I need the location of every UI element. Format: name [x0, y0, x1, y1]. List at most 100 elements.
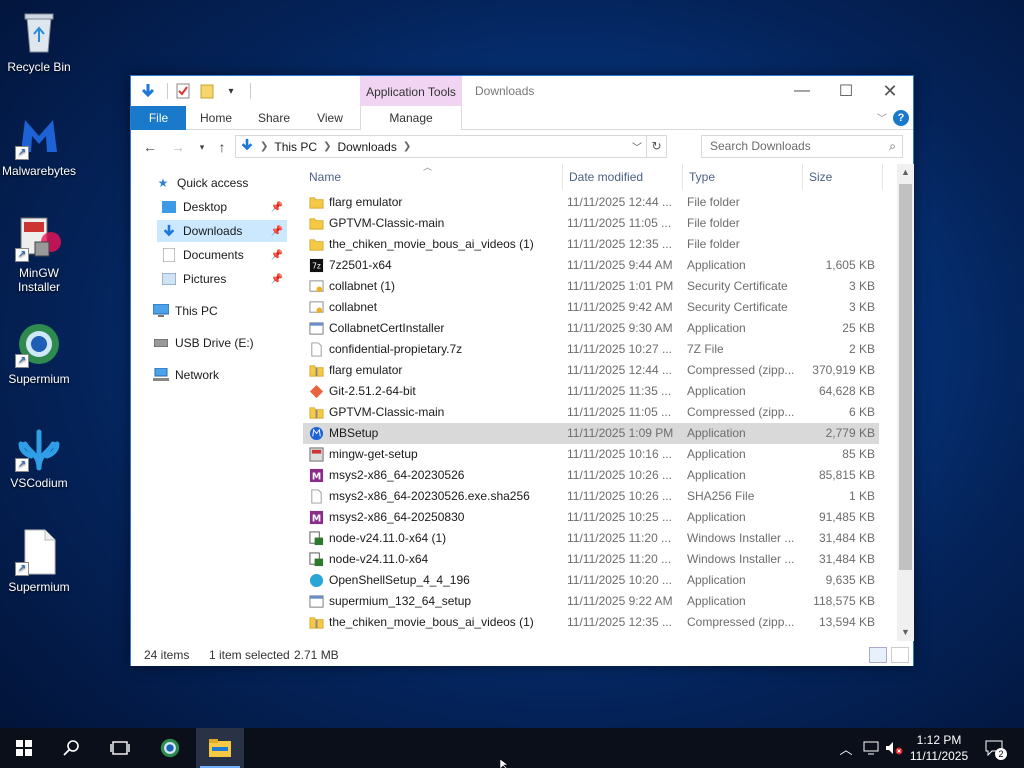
- task-view-icon: [110, 741, 130, 755]
- nav-pictures[interactable]: Pictures 📌: [157, 268, 287, 290]
- nav-documents[interactable]: Documents 📌: [157, 244, 287, 266]
- taskbar-supermium[interactable]: [146, 728, 194, 768]
- usb-drive-icon: [153, 335, 169, 351]
- msi-icon: [309, 552, 324, 567]
- column-header-type[interactable]: Type: [683, 164, 803, 190]
- taskbar-clock[interactable]: 1:12 PM 11/11/2025: [904, 732, 974, 764]
- file-row[interactable]: Mmsys2-x86_64-20250830 11/11/2025 10:25 .…: [303, 507, 879, 528]
- taskbar-file-explorer[interactable]: [196, 728, 244, 768]
- window-title: Downloads: [475, 84, 535, 98]
- pin-icon[interactable]: 📌: [271, 274, 283, 285]
- file-row[interactable]: the_chiken_movie_bous_ai_videos (1) 11/11…: [303, 612, 879, 633]
- file-name: 7z2501-x64: [329, 258, 392, 272]
- file-type: Application: [687, 468, 746, 482]
- file-row[interactable]: OpenShellSetup_4_4_196 11/11/2025 10:20 .…: [303, 570, 879, 591]
- show-hidden-icons-button[interactable]: ︿: [836, 728, 856, 768]
- nav-this-pc[interactable]: This PC: [153, 300, 218, 322]
- forward-button[interactable]: →: [169, 138, 187, 156]
- action-center-button[interactable]: 2: [980, 728, 1008, 768]
- zip-icon: [309, 363, 324, 378]
- new-folder-icon[interactable]: [198, 82, 216, 100]
- breadcrumb-downloads[interactable]: Downloads: [337, 140, 396, 154]
- customize-toolbar-icon[interactable]: ▾: [222, 82, 240, 100]
- nav-network[interactable]: Network: [153, 364, 219, 386]
- address-bar[interactable]: ❯ This PC ❯ Downloads ❯ ﹀ ↻: [235, 135, 667, 158]
- file-row[interactable]: GPTVM-Classic-main 11/11/2025 11:05 ... Co…: [303, 402, 879, 423]
- scroll-down-icon[interactable]: ▼: [897, 624, 914, 641]
- pin-icon[interactable]: 📌: [271, 250, 283, 261]
- search-input[interactable]: Search Downloads ⌕: [701, 135, 903, 158]
- desktop-icon-vscodium[interactable]: ↗ VSCodium: [0, 424, 78, 490]
- expand-ribbon-icon[interactable]: ﹀: [877, 110, 887, 125]
- file-row[interactable]: GPTVM-Classic-main 11/11/2025 11:05 ... Fi…: [303, 213, 879, 234]
- scroll-up-icon[interactable]: ▲: [897, 164, 914, 181]
- details-view-button[interactable]: [869, 647, 887, 663]
- scrollbar-thumb[interactable]: [899, 184, 912, 570]
- file-size: 25 KB: [842, 321, 875, 335]
- file-row[interactable]: CollabnetCertInstaller 11/11/2025 9:30 AM…: [303, 318, 879, 339]
- folder-icon: [309, 195, 324, 210]
- vertical-scrollbar[interactable]: ▲ ▼: [897, 164, 914, 641]
- search-icon: [63, 740, 79, 756]
- file-row[interactable]: supermium_132_64_setup 11/11/2025 9:22 AM…: [303, 591, 879, 612]
- desktop-icon-supermium-file[interactable]: ↗ Supermium: [0, 528, 78, 594]
- pin-icon[interactable]: 📌: [271, 202, 283, 213]
- help-button[interactable]: ?: [893, 110, 909, 126]
- download-arrow-icon: [139, 82, 157, 100]
- nav-downloads[interactable]: Downloads 📌: [157, 220, 287, 242]
- file-row[interactable]: mingw-get-setup 11/11/2025 10:16 ... Appli…: [303, 444, 879, 465]
- breadcrumb-this-pc[interactable]: This PC: [274, 140, 317, 154]
- start-button[interactable]: [0, 728, 48, 768]
- file-date-modified: 11/11/2025 10:26 ...: [567, 489, 672, 503]
- ribbon-tabs: File Home Share View Manage ﹀ ?: [131, 106, 913, 130]
- file-row[interactable]: MBSetup 11/11/2025 1:09 PM Application 2,77…: [303, 423, 879, 444]
- file-size: 9,635 KB: [825, 573, 875, 587]
- file-size: 31,484 KB: [818, 531, 875, 545]
- column-header-date[interactable]: Date modified: [563, 164, 683, 190]
- certificate-icon: [309, 300, 324, 315]
- tab-home[interactable]: Home: [193, 106, 239, 130]
- file-row[interactable]: Mmsys2-x86_64-20230526 11/11/2025 10:26 .…: [303, 465, 879, 486]
- network-status-icon[interactable]: [860, 728, 882, 768]
- column-header-name[interactable]: Name: [303, 164, 563, 190]
- tab-share[interactable]: Share: [251, 106, 297, 130]
- file-row[interactable]: node-v24.11.0-x64 (1) 11/11/2025 11:20 ..…: [303, 528, 879, 549]
- back-button[interactable]: ←: [141, 138, 159, 156]
- file-row[interactable]: Git-2.51.2-64-bit 11/11/2025 11:35 ... App…: [303, 381, 879, 402]
- file-row[interactable]: collabnet (1) 11/11/2025 1:01 PM Security …: [303, 276, 879, 297]
- task-view-button[interactable]: [96, 728, 144, 768]
- desktop-icon-malwarebytes[interactable]: ↗ Malwarebytes: [0, 112, 78, 178]
- file-row[interactable]: node-v24.11.0-x64 11/11/2025 11:20 ... Win…: [303, 549, 879, 570]
- recent-locations-button[interactable]: ▾: [193, 138, 211, 156]
- pin-icon[interactable]: 📌: [271, 226, 283, 237]
- nav-desktop[interactable]: Desktop 📌: [157, 196, 287, 218]
- mingw-icon: [309, 447, 324, 462]
- address-dropdown-icon[interactable]: ﹀: [632, 139, 642, 154]
- tab-view[interactable]: View: [307, 106, 353, 130]
- close-button[interactable]: ✕: [867, 76, 913, 106]
- nav-quick-access[interactable]: ★ Quick access: [155, 172, 249, 194]
- file-row[interactable]: collabnet 11/11/2025 9:42 AM Security Cert…: [303, 297, 879, 318]
- file-row[interactable]: flarg emulator 11/11/2025 12:44 ... File f…: [303, 192, 879, 213]
- desktop-icon-supermium[interactable]: ↗ Supermium: [0, 320, 78, 386]
- column-header-size[interactable]: Size: [803, 164, 883, 190]
- large-icons-view-button[interactable]: [891, 647, 909, 663]
- file-row[interactable]: 7z 7z2501-x64 11/11/2025 9:44 AM Applicatio…: [303, 255, 879, 276]
- file-row[interactable]: the_chiken_movie_bous_ai_videos (1) 11/11…: [303, 234, 879, 255]
- volume-muted-icon[interactable]: [884, 728, 904, 768]
- search-button[interactable]: [48, 728, 96, 768]
- desktop-icon-recycle-bin[interactable]: Recycle Bin: [0, 8, 78, 74]
- file-row[interactable]: msys2-x86_64-20230526.exe.sha256 11/11/20…: [303, 486, 879, 507]
- up-button[interactable]: ↑: [213, 138, 231, 156]
- nav-usb-drive[interactable]: USB Drive (E:): [153, 332, 254, 354]
- tab-file[interactable]: File: [131, 106, 186, 130]
- file-row[interactable]: flarg emulator 11/11/2025 12:44 ... Compre…: [303, 360, 879, 381]
- file-row[interactable]: confidential-propietary.7z 11/11/2025 10:…: [303, 339, 879, 360]
- tab-manage[interactable]: Manage: [360, 106, 462, 130]
- maximize-button[interactable]: ☐: [823, 76, 869, 106]
- minimize-button[interactable]: —: [779, 76, 825, 106]
- file-name: flarg emulator: [329, 195, 403, 209]
- desktop-icon-mingw-installer[interactable]: ↗ MinGW Installer: [0, 214, 78, 294]
- properties-icon[interactable]: [174, 82, 192, 100]
- refresh-icon[interactable]: ↻: [646, 136, 666, 157]
